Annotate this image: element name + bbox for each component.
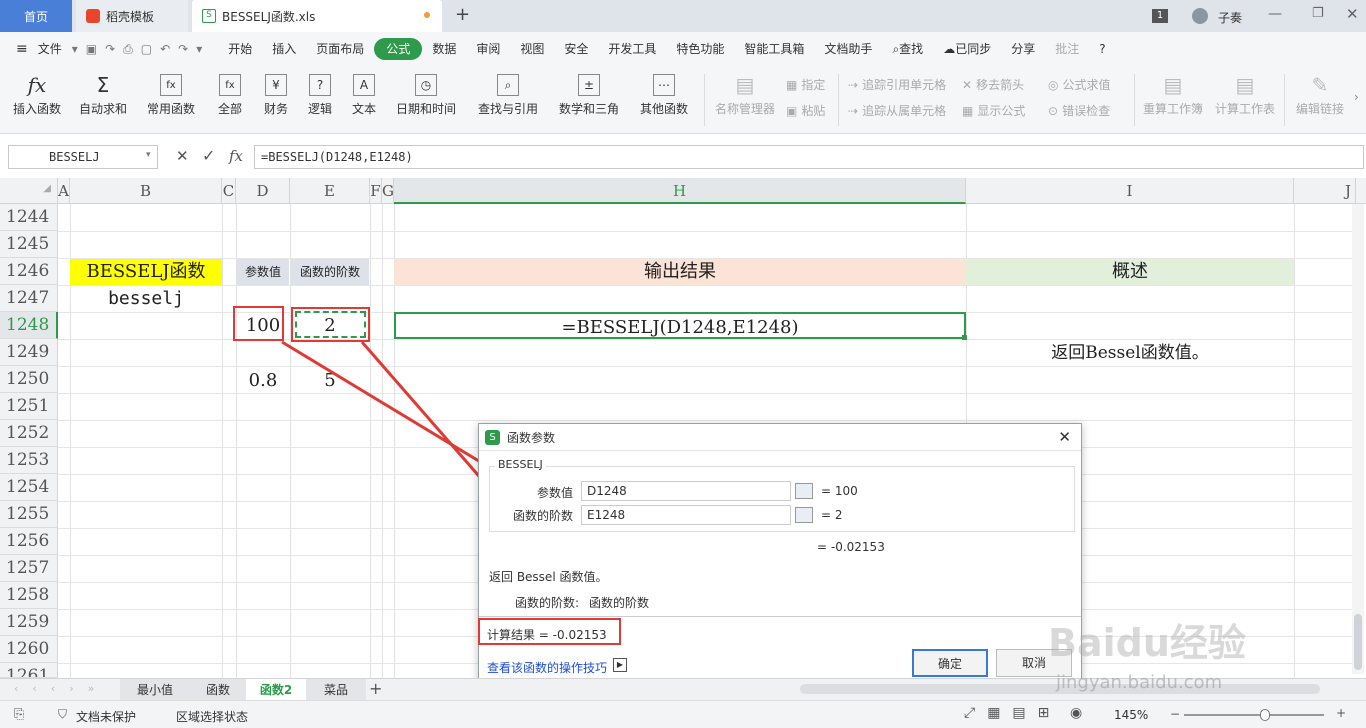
sheet-tab[interactable]: 函数 [190, 679, 246, 701]
annotation-box [478, 618, 621, 645]
zoom-in-icon[interactable]: + [1336, 706, 1346, 720]
argument-description-text: 函数的阶数 [589, 596, 650, 610]
status-bar: ⎘ ⛉ 文档未保护 区域选择状态 ⤢▦▤⊞ ◉ 145% − + [0, 700, 1366, 728]
arg2-input[interactable]: E1248 [581, 505, 791, 525]
zoom-slider-thumb[interactable] [1260, 709, 1270, 721]
eye-protect-icon[interactable]: ◉ [1070, 705, 1082, 721]
dialog-divider [479, 616, 1081, 617]
watermark-logo: Baidu经验 [1048, 621, 1246, 665]
dialog-title-bar: S 函数参数 ✕ [479, 424, 1081, 451]
close-icon[interactable]: ✕ [1058, 428, 1071, 446]
ok-button[interactable]: 确定 [912, 649, 988, 677]
sheet-tab-active[interactable]: 函数2 [246, 679, 306, 701]
add-sheet-icon[interactable]: + [369, 679, 382, 698]
arg1-input[interactable]: D1248 [581, 481, 791, 501]
sheet-tab[interactable]: 菜品 [306, 679, 366, 701]
arguments-group-label: BESSELJ [495, 458, 546, 471]
arg1-label: 参数值 [537, 486, 574, 500]
zoom-slider[interactable] [1184, 714, 1324, 716]
range-picker-icon[interactable] [795, 483, 813, 499]
wps-logo-icon: S [485, 430, 500, 445]
video-icon[interactable]: ▶ [613, 658, 627, 672]
scrollbar-thumb[interactable] [1354, 614, 1362, 670]
shield-icon: ⛉ [58, 707, 68, 721]
macro-icon[interactable]: ⎘ [14, 707, 24, 722]
dialog-title: 函数参数 [507, 430, 556, 445]
selection-mode: 区域选择状态 [176, 710, 249, 724]
range-picker-icon[interactable] [795, 507, 813, 523]
function-tips-link[interactable]: 查看该函数的操作技巧 [487, 659, 607, 676]
argument-description-label: 函数的阶数: [515, 596, 580, 610]
sheet-tab[interactable]: 最小值 [120, 679, 190, 701]
watermark-url: jingyan.baidu.com [1056, 672, 1223, 693]
arg1-result: = 100 [821, 484, 858, 498]
view-mode-icons[interactable]: ⤢▦▤⊞ [964, 705, 1061, 721]
protection-status[interactable]: 文档未保护 [76, 708, 136, 725]
formula-result: = -0.02153 [817, 540, 885, 554]
arg2-result: = 2 [821, 508, 843, 522]
arg2-label: 函数的阶数 [513, 509, 574, 523]
sheet-nav-icons[interactable]: ‹‹‹›» [14, 682, 108, 695]
function-arguments-dialog: S 函数参数 ✕ BESSELJ 参数值 D1248 = 100 函数的阶数 E… [478, 423, 1082, 686]
zoom-level[interactable]: 145% [1114, 708, 1148, 722]
vertical-scrollbar[interactable] [1352, 204, 1364, 674]
zoom-out-icon[interactable]: − [1170, 707, 1180, 721]
function-description: 返回 Bessel 函数值。 [489, 570, 608, 584]
